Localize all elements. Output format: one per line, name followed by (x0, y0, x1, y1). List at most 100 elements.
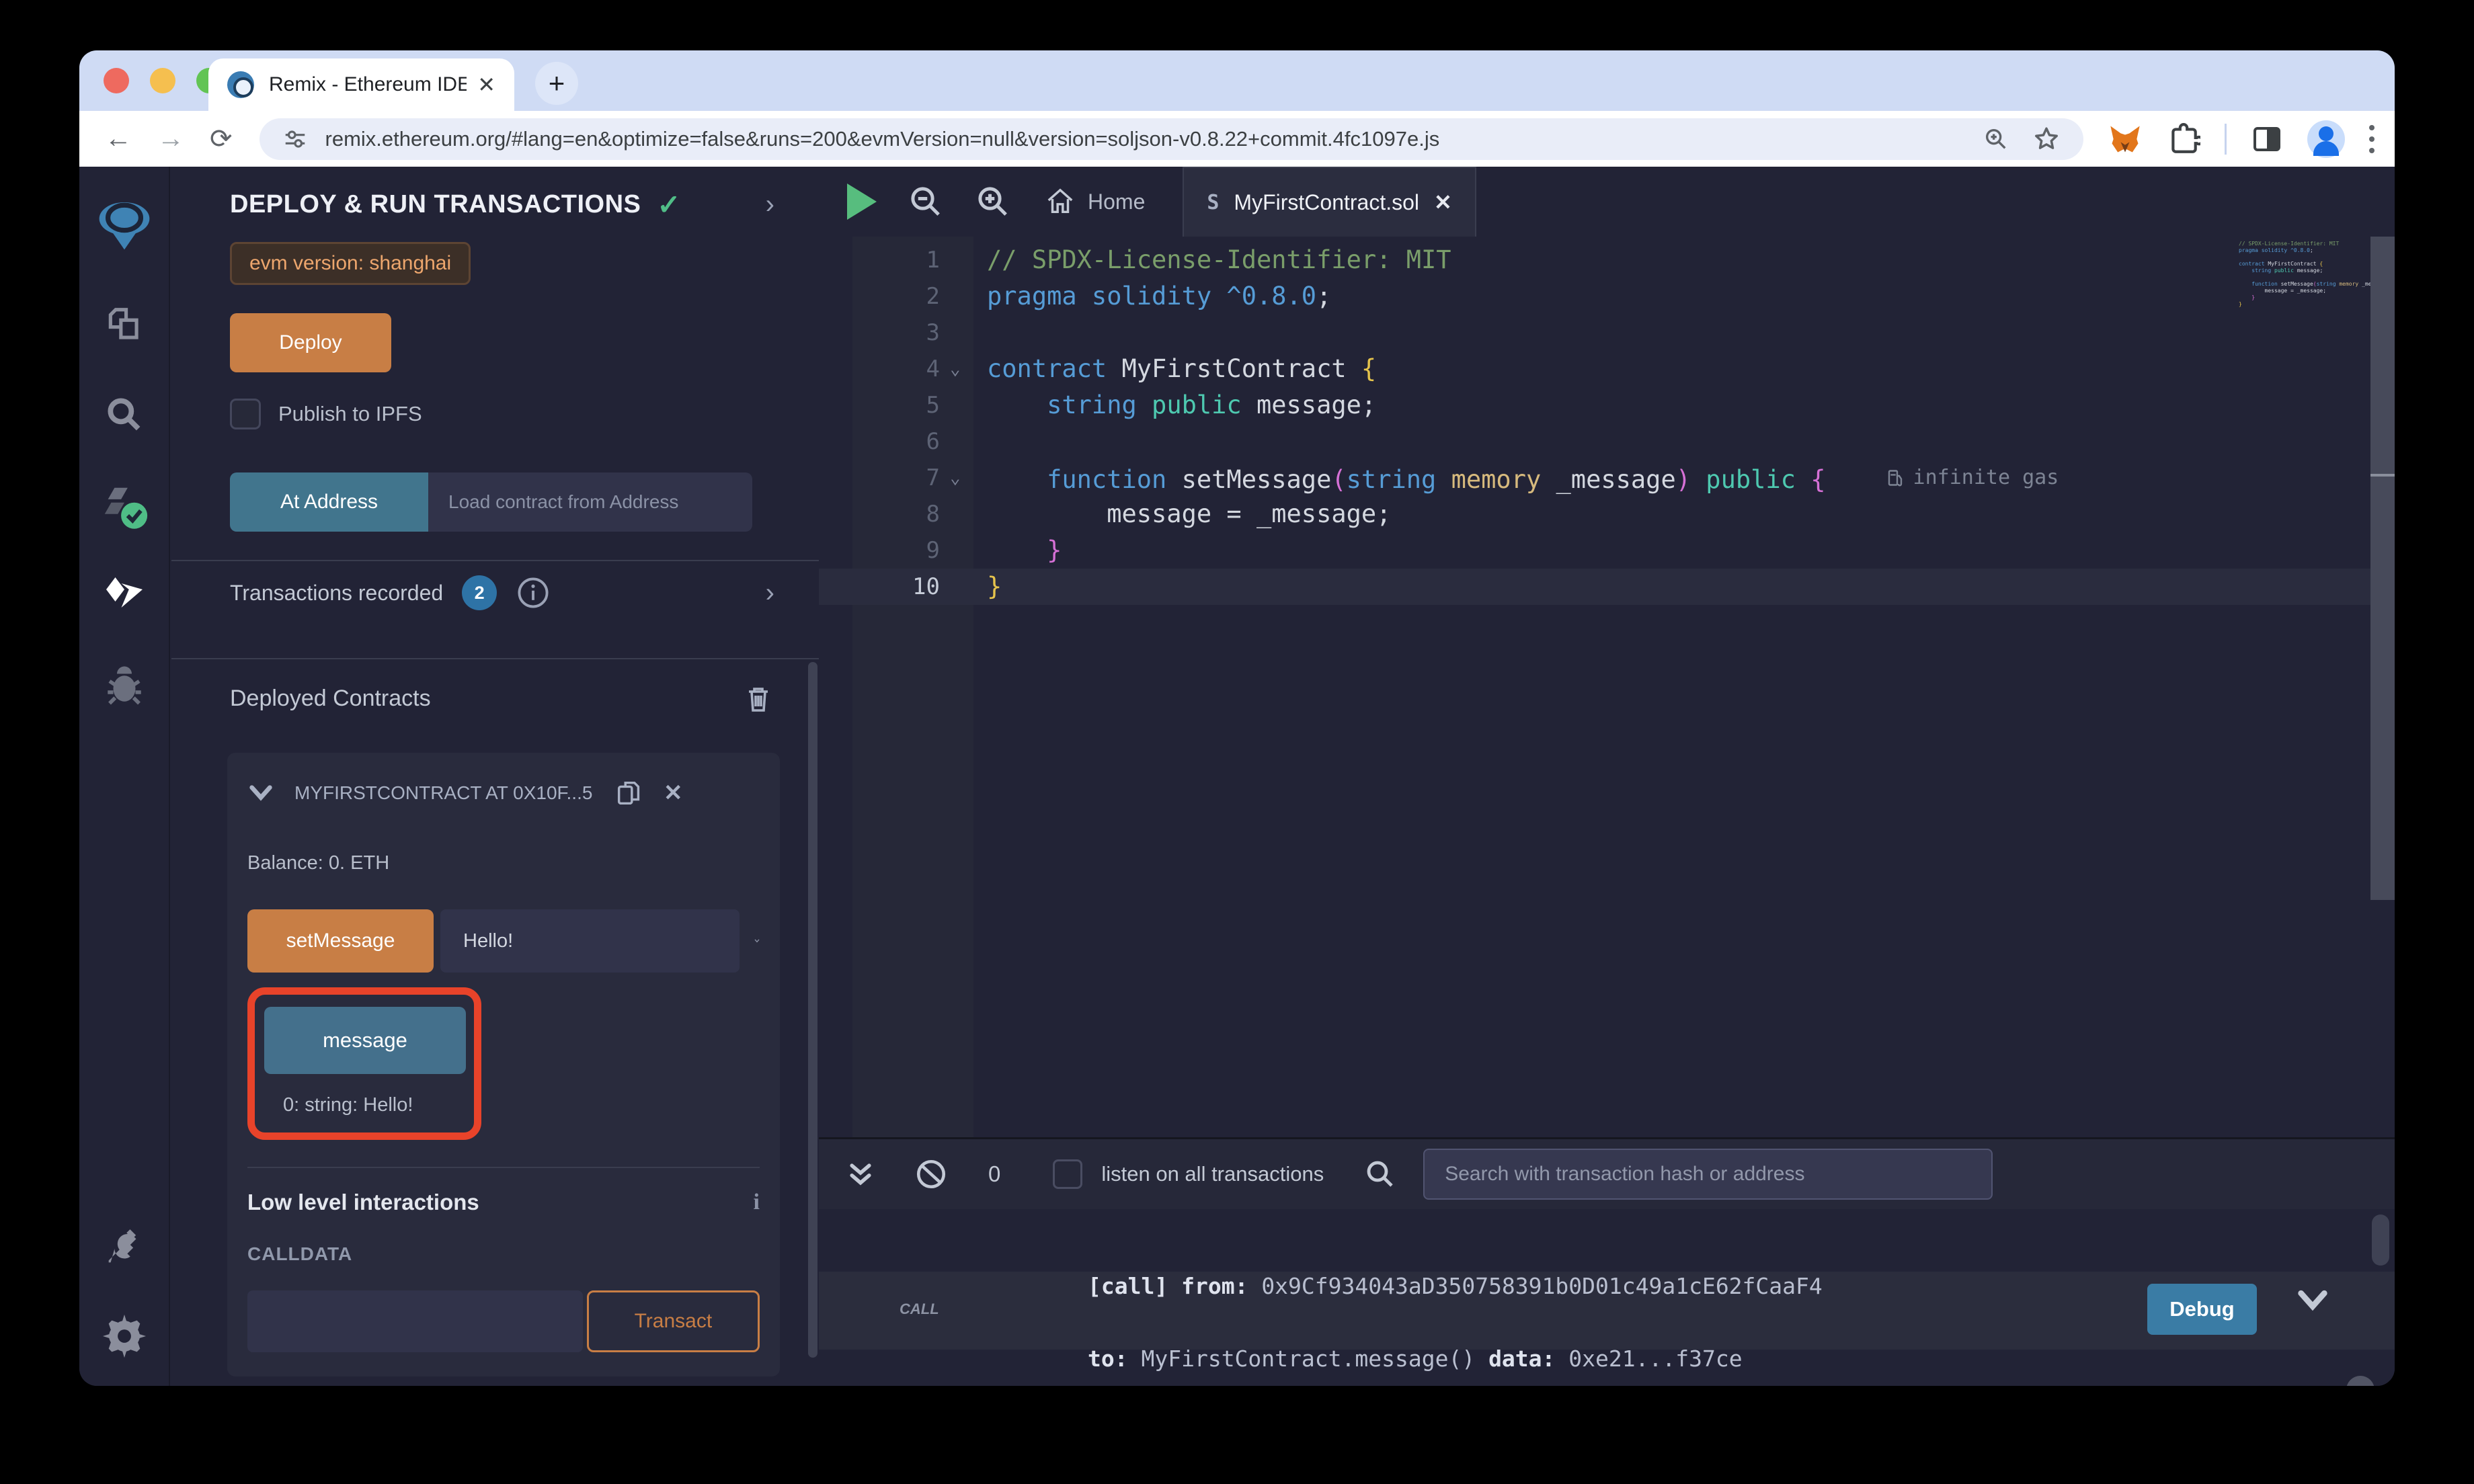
expand-params-chevron-icon[interactable] (754, 931, 760, 951)
deployed-contracts-label: Deployed Contracts (230, 686, 431, 712)
reload-icon[interactable]: ⟳ (210, 124, 233, 155)
settings-gear-icon[interactable] (101, 1313, 148, 1360)
deploy-button[interactable]: Deploy (230, 313, 391, 372)
remove-contract-icon[interactable]: ✕ (664, 780, 683, 807)
code-line[interactable]: 2pragma solidity ^0.8.0; (819, 278, 2395, 315)
profile-avatar[interactable] (2307, 120, 2345, 158)
message-return-value: 0: string: Hello! (264, 1094, 465, 1116)
set-message-button[interactable]: setMessage (247, 909, 434, 973)
browser-tab-title: Remix - Ethereum IDE (269, 73, 467, 96)
contract-balance: Balance: 0. ETH (247, 852, 760, 874)
panel-expand-chevron-icon[interactable]: › (766, 190, 774, 220)
file-explorer-icon[interactable] (104, 304, 145, 346)
calldata-label: CALLDATA (247, 1243, 760, 1265)
side-panel-icon[interactable] (2251, 123, 2283, 155)
low-level-info-icon[interactable]: i (754, 1190, 760, 1215)
copy-address-icon[interactable] (614, 776, 645, 811)
plugin-manager-icon[interactable] (101, 1223, 148, 1270)
fold-chevron-icon[interactable]: ⌄ (950, 460, 961, 496)
code-line[interactable]: 10} (819, 569, 2395, 605)
line-number: 2 (852, 278, 940, 315)
search-icon[interactable] (104, 394, 145, 436)
transactions-count-badge: 2 (462, 575, 497, 610)
zoom-in-icon[interactable] (975, 183, 1011, 220)
info-icon[interactable] (516, 575, 551, 610)
minimap[interactable]: // SPDX-License-Identifier: MITpragma so… (2239, 241, 2373, 315)
code-line[interactable]: 8 message = _message; (819, 496, 2395, 532)
code-line[interactable]: 5 string public message; (819, 387, 2395, 423)
gas-estimate-note: infinite gas (1886, 460, 2059, 496)
editor-scrollbar[interactable] (2370, 237, 2395, 1137)
at-address-button[interactable]: At Address (230, 472, 428, 532)
call-tag: CALL (900, 1301, 939, 1318)
url-text[interactable]: remix.ethereum.org/#lang=en&optimize=fal… (325, 127, 1960, 151)
terminal-listen-count: 0 (988, 1161, 1000, 1187)
deploy-and-run-icon[interactable] (100, 571, 149, 620)
new-tab-button[interactable]: + (535, 62, 578, 105)
code-lines: 1// SPDX-License-Identifier: MIT2pragma … (819, 242, 2395, 605)
bookmark-star-icon[interactable] (2032, 125, 2061, 153)
code-line[interactable]: 6 (819, 423, 2395, 460)
set-message-input[interactable] (440, 909, 740, 973)
message-getter-button[interactable]: message (264, 1007, 466, 1074)
forward-icon[interactable]: → (157, 124, 184, 154)
code-line[interactable]: 3 (819, 315, 2395, 351)
at-address-input[interactable] (428, 472, 752, 532)
remix-app: DEPLOY & RUN TRANSACTIONS ✓ › evm versio… (79, 167, 2395, 1386)
editor-area: Home S MyFirstContract.sol ✕ 1// SPDX-Li… (819, 167, 2395, 1386)
transact-button[interactable]: Transact (587, 1290, 760, 1352)
debug-button[interactable]: Debug (2147, 1284, 2257, 1335)
browser-tabstrip: Remix - Ethereum IDE ✕ + (79, 50, 2395, 111)
zoom-out-icon[interactable] (908, 183, 944, 220)
code-line[interactable]: 1// SPDX-License-Identifier: MIT (819, 242, 2395, 278)
line-number: 1 (852, 242, 940, 278)
deploy-run-panel: DEPLOY & RUN TRANSACTIONS ✓ › evm versio… (171, 167, 819, 1386)
collapse-terminal-icon[interactable] (846, 1158, 875, 1190)
minimize-window-button[interactable] (150, 68, 175, 93)
publish-ipfs-label: Publish to IPFS (278, 402, 422, 426)
log-expand-chevron-icon[interactable] (2295, 1288, 2330, 1313)
tune-icon[interactable] (282, 126, 308, 152)
browser-tab[interactable]: Remix - Ethereum IDE ✕ (208, 58, 514, 111)
listen-all-transactions-checkbox[interactable] (1053, 1159, 1082, 1189)
run-script-play-icon[interactable] (847, 183, 877, 220)
zoom-page-icon[interactable] (1983, 126, 2009, 153)
remix-logo-icon[interactable] (93, 194, 155, 255)
editor-tabbar: Home S MyFirstContract.sol ✕ (819, 167, 2395, 237)
collapse-contract-chevron-icon[interactable] (247, 783, 274, 803)
back-icon[interactable]: ← (105, 124, 132, 154)
screenshot-canvas: Remix - Ethereum IDE ✕ + ← → ⟳ remix.eth… (0, 0, 2474, 1484)
panel-scrollbar[interactable] (808, 662, 817, 1358)
transactions-expand-chevron-icon[interactable]: › (766, 578, 774, 608)
code-line[interactable]: 9 } (819, 532, 2395, 569)
solidity-compiler-icon[interactable] (98, 481, 151, 534)
code-line[interactable]: 7⌄ function setMessage(string memory _me… (819, 460, 2395, 496)
trash-icon[interactable] (742, 681, 774, 716)
terminal-scrollbar[interactable] (2372, 1214, 2389, 1266)
debugger-icon[interactable] (102, 663, 147, 707)
tab-home[interactable]: Home (1045, 186, 1145, 217)
line-number: 5 (852, 387, 940, 423)
close-file-tab-icon[interactable]: ✕ (1434, 190, 1452, 215)
browser-menu-icon[interactable] (2369, 125, 2375, 153)
close-tab-icon[interactable]: ✕ (477, 72, 495, 97)
terminal-header: 0 listen on all transactions (819, 1139, 2395, 1209)
code-editor[interactable]: 1// SPDX-License-Identifier: MIT2pragma … (819, 237, 2395, 1137)
tab-myfirstcontract[interactable]: S MyFirstContract.sol ✕ (1183, 167, 1476, 237)
calldata-input[interactable] (247, 1290, 583, 1352)
contract-instance-title: MYFIRSTCONTRACT AT 0X10F...5 (294, 782, 614, 804)
clear-console-icon[interactable] (914, 1157, 948, 1191)
url-bar[interactable]: remix.ethereum.org/#lang=en&optimize=fal… (260, 118, 2084, 160)
panel-title: DEPLOY & RUN TRANSACTIONS (230, 190, 641, 219)
terminal-search-input[interactable] (1423, 1149, 1993, 1200)
metamask-extension-icon[interactable] (2108, 122, 2143, 157)
extensions-puzzle-icon[interactable] (2167, 122, 2200, 156)
code-line[interactable]: 4⌄contract MyFirstContract { (819, 351, 2395, 387)
publish-ipfs-checkbox[interactable] (230, 399, 261, 429)
fold-chevron-icon[interactable]: ⌄ (950, 351, 961, 387)
scroll-to-bottom-handle[interactable] (2346, 1376, 2375, 1386)
close-window-button[interactable] (104, 68, 129, 93)
transactions-recorded-label: Transactions recorded (230, 581, 443, 606)
call-log-text: [call] from: 0x9Cf934043aD350758391b0D01… (1088, 1268, 1823, 1377)
line-number: 9 (852, 532, 940, 569)
